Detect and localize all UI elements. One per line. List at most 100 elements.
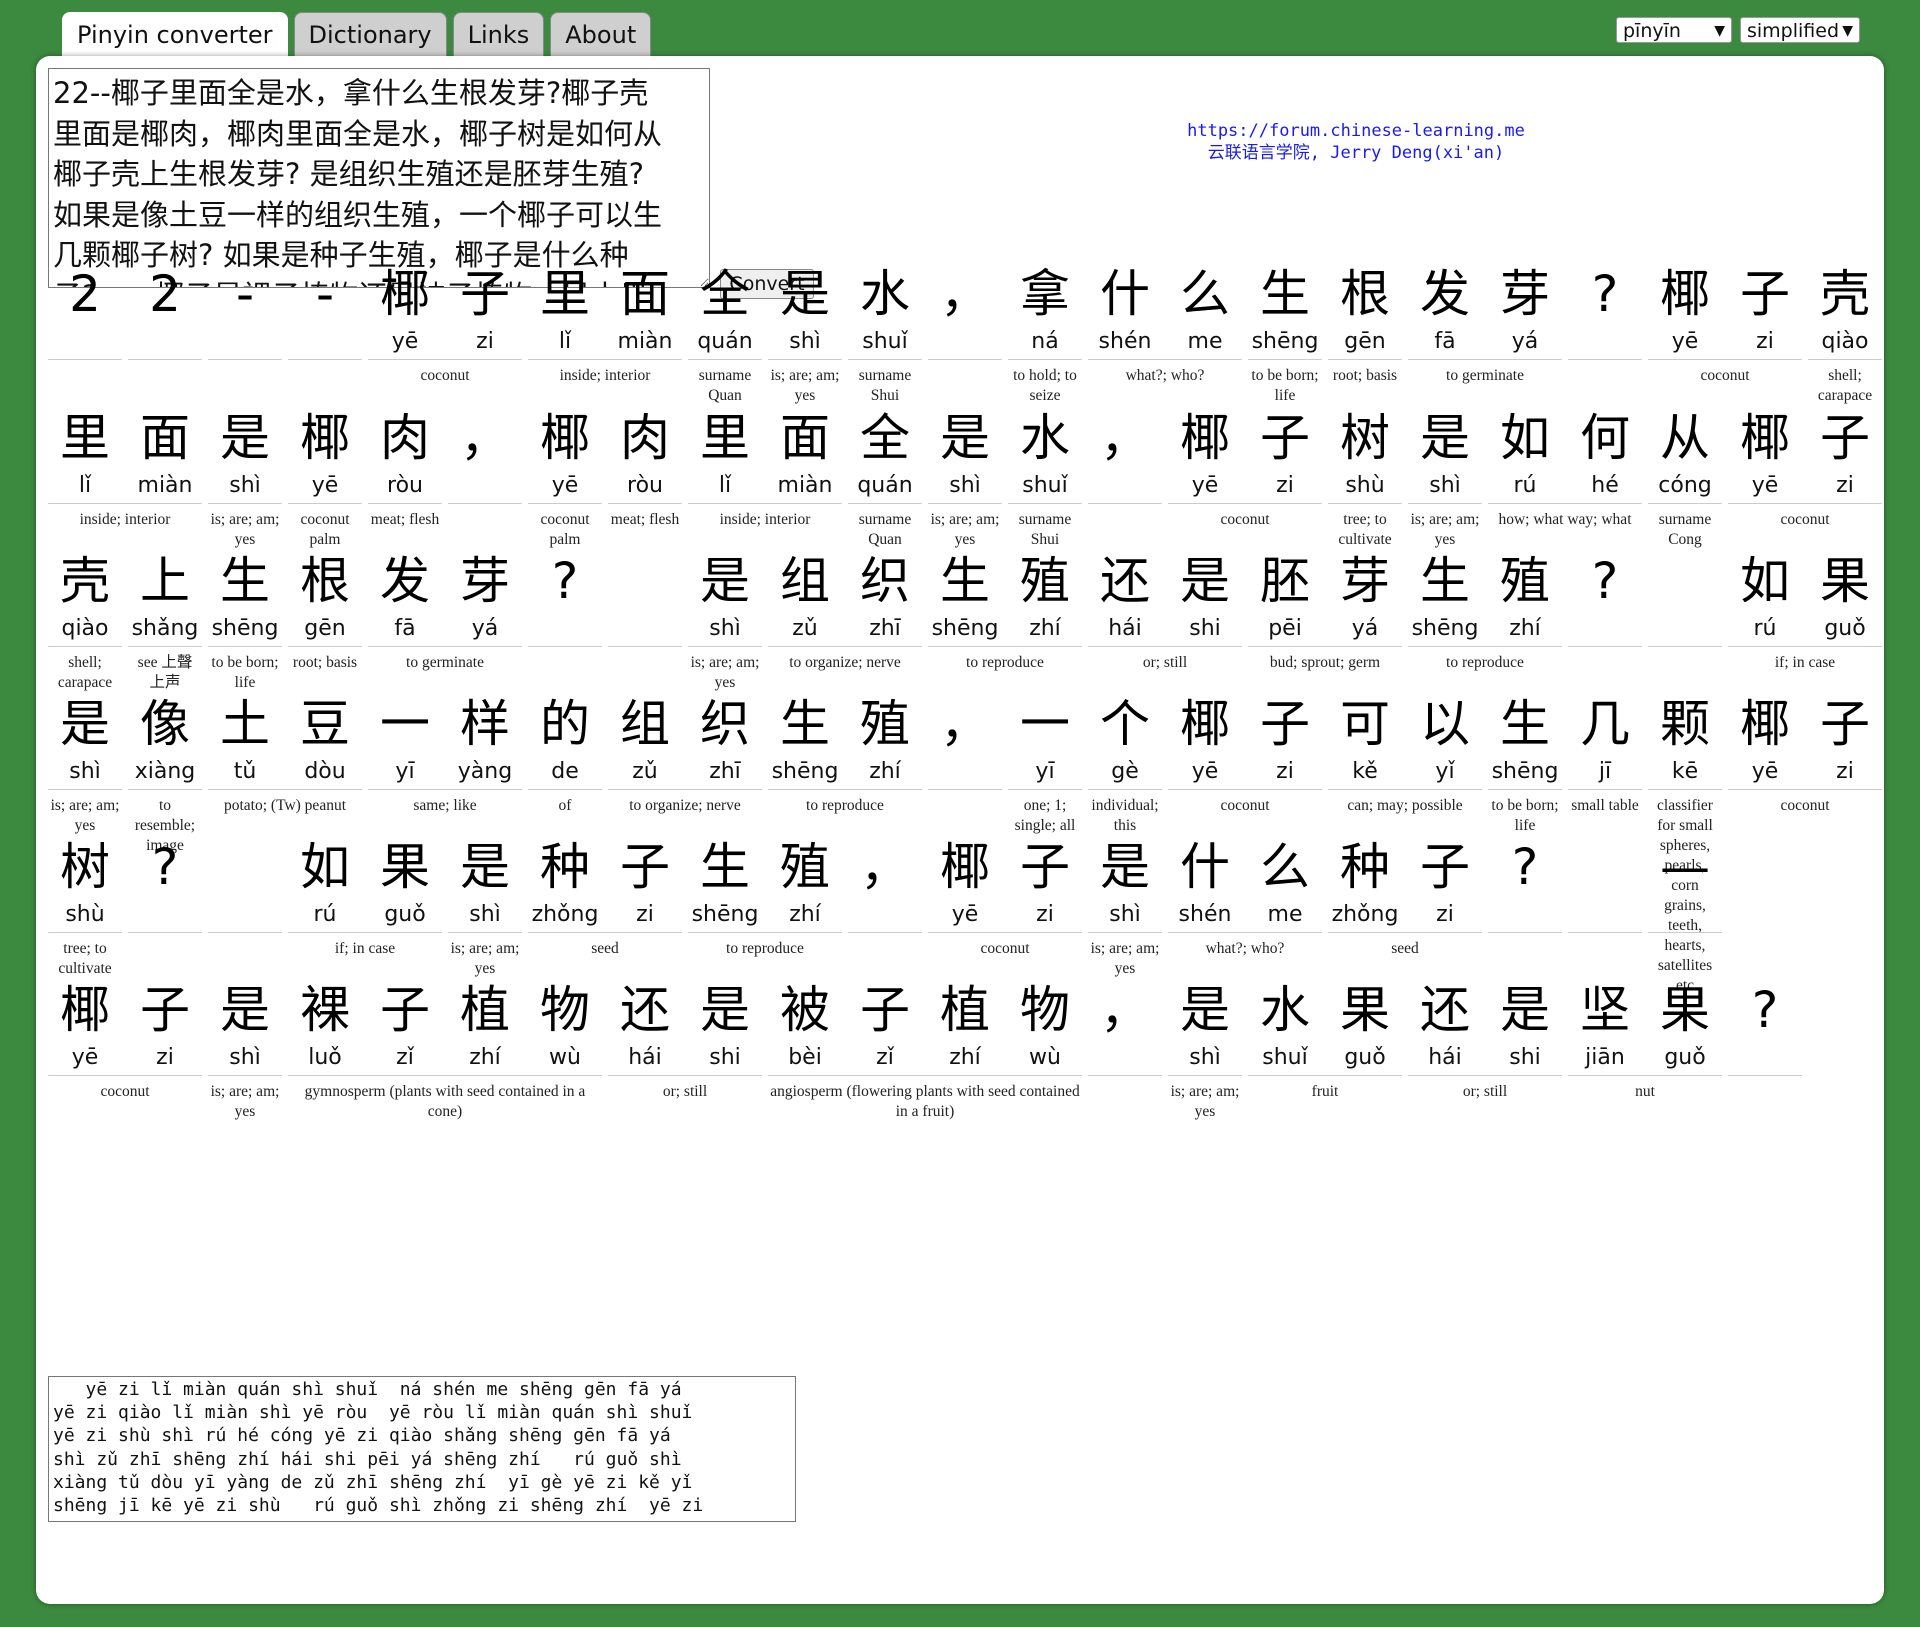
- word-block[interactable]: 像 xiàng to resemble; image: [125, 691, 205, 856]
- word-block[interactable]: ，: [445, 405, 525, 510]
- word-block[interactable]: 椰 yē 子 zi coconut: [365, 261, 525, 386]
- word-block[interactable]: 是 shì is; are; am; yes: [1405, 405, 1485, 550]
- word-block[interactable]: 组 zǔ 织 zhī to organize; nerve: [765, 548, 925, 673]
- word-block[interactable]: 发 fā 芽 yá to germinate: [365, 548, 525, 673]
- word-block[interactable]: ?: [125, 834, 205, 939]
- word-block[interactable]: 是 shì is; are; am; yes: [1085, 834, 1165, 979]
- word-block[interactable]: 椰 yē 子 zi coconut: [1165, 691, 1325, 816]
- word-block[interactable]: 一 yī 样 yàng same; like: [365, 691, 525, 816]
- word-block[interactable]: ?: [525, 548, 605, 653]
- word-block[interactable]: 从 cóng surname Cong: [1645, 405, 1725, 550]
- word-block[interactable]: 土 tǔ 豆 dòu potato; (Tw) peanut: [205, 691, 365, 816]
- word-block[interactable]: 壳 qiào shell; carapace: [45, 548, 125, 693]
- script-select[interactable]: simplified ▼: [1740, 17, 1860, 43]
- word-block[interactable]: 树 shù tree; to cultivate: [45, 834, 125, 979]
- word-block[interactable]: 树 shù tree; to cultivate: [1325, 405, 1405, 550]
- word-block[interactable]: 种 zhǒng 子 zi seed: [1325, 834, 1485, 959]
- word-block[interactable]: 坚 jiān 果 guǒ nut: [1565, 977, 1725, 1102]
- romanization-select[interactable]: pīnyīn ▼: [1616, 17, 1732, 43]
- word-block[interactable]: 是 shì is; are; am; yes: [765, 261, 845, 406]
- word-block[interactable]: ?: [1485, 834, 1565, 939]
- word-block[interactable]: ?: [1565, 261, 1645, 366]
- word-block[interactable]: ，: [925, 261, 1005, 366]
- word-block[interactable]: 发 fā 芽 yá to germinate: [1405, 261, 1565, 386]
- word-block[interactable]: 种 zhǒng 子 zi seed: [525, 834, 685, 959]
- pinyin-output-textarea[interactable]: yē zi lǐ miàn quán shì shuǐ ná shén me s…: [48, 1376, 796, 1522]
- word-block[interactable]: 根 gēn root; basis: [1325, 261, 1405, 386]
- word-block[interactable]: 是 shì is; are; am; yes: [685, 548, 765, 693]
- word-block[interactable]: 如 rú 果 guǒ if; in case: [1725, 548, 1885, 673]
- word-block[interactable]: 根 gēn root; basis: [285, 548, 365, 673]
- word-block[interactable]: 是 shì is; are; am; yes: [445, 834, 525, 979]
- word-block[interactable]: 还 hái 是 shi or; still: [1405, 977, 1565, 1102]
- word-block[interactable]: 里 lǐ 面 miàn inside; interior: [525, 261, 685, 386]
- word-block[interactable]: 椰 yē 子 zi coconut: [925, 834, 1085, 959]
- word-block[interactable]: 胚 pēi 芽 yá bud; sprout; germ: [1245, 548, 1405, 673]
- word-block[interactable]: 生 shēng 殖 zhí to reproduce: [685, 834, 845, 959]
- word-block[interactable]: 2: [125, 261, 205, 366]
- word-block[interactable]: 裸 luǒ 子 zǐ 植 zhí 物 wù gymnosperm (plants with se…: [285, 977, 605, 1122]
- word-block[interactable]: 水 shuǐ 果 guǒ fruit: [1245, 977, 1405, 1102]
- word-block[interactable]: -: [285, 261, 365, 366]
- word-block[interactable]: ，: [925, 691, 1005, 796]
- word-block[interactable]: 是 shì is; are; am; yes: [205, 977, 285, 1122]
- word-block[interactable]: ，: [1085, 405, 1165, 510]
- word-block[interactable]: 椰 yē coconut palm: [525, 405, 605, 550]
- word-block[interactable]: 的 de of: [525, 691, 605, 816]
- word-block[interactable]: [1645, 548, 1725, 653]
- word-block[interactable]: 椰 yē 子 zi coconut: [1725, 691, 1885, 816]
- word-block[interactable]: 上 shǎng see 上聲 上声: [125, 548, 205, 693]
- word-block[interactable]: 生 shēng 殖 zhí to reproduce: [925, 548, 1085, 673]
- word-block[interactable]: 里 lǐ 面 miàn inside; interior: [45, 405, 205, 530]
- word-block[interactable]: 全 quán surname Quan: [685, 261, 765, 406]
- word-block[interactable]: ，: [1085, 977, 1165, 1082]
- word-block[interactable]: [1565, 834, 1645, 939]
- word-block[interactable]: 2: [45, 261, 125, 366]
- word-block[interactable]: 如 rú 何 hé how; what way; what: [1485, 405, 1645, 530]
- word-block[interactable]: ?: [1565, 548, 1645, 653]
- word-block[interactable]: 生 shēng 殖 zhí to reproduce: [765, 691, 925, 816]
- word-block[interactable]: 生 shēng to be born; life: [1485, 691, 1565, 836]
- word-block[interactable]: 里 lǐ 面 miàn inside; interior: [685, 405, 845, 530]
- word-block[interactable]: 椰 yē 子 zi coconut: [1645, 261, 1805, 386]
- word-block[interactable]: 椰 yē 子 zi coconut: [1165, 405, 1325, 530]
- word-block[interactable]: 是 shì is; are; am; yes: [1165, 977, 1245, 1122]
- word-block[interactable]: ?: [1725, 977, 1805, 1082]
- forum-link[interactable]: https://forum.chinese-learning.me: [1146, 120, 1566, 142]
- word-block[interactable]: 是 shì is; are; am; yes: [205, 405, 285, 550]
- word-block[interactable]: 什 shén 么 me what?; who?: [1085, 261, 1245, 386]
- tab-pinyin-converter[interactable]: Pinyin converter: [62, 12, 288, 60]
- word-block[interactable]: 一 yī one; 1; single; all: [1005, 691, 1085, 836]
- word-block[interactable]: 椰 yē 子 zi coconut: [1725, 405, 1885, 530]
- tab-links[interactable]: Links: [452, 12, 545, 57]
- word-block[interactable]: 是 shì is; are; am; yes: [45, 691, 125, 836]
- chinese-input-textarea[interactable]: 22--椰子里面全是水，拿什么生根发芽?椰子壳 里面是椰肉，椰肉里面全是水，椰子树…: [48, 68, 710, 288]
- word-block[interactable]: —: [1645, 834, 1725, 939]
- word-block[interactable]: [605, 548, 685, 653]
- word-block[interactable]: 生 shēng 殖 zhí to reproduce: [1405, 548, 1565, 673]
- word-block[interactable]: 什 shén 么 me what?; who?: [1165, 834, 1325, 959]
- word-block[interactable]: 还 hái 是 shi or; still: [605, 977, 765, 1102]
- word-block[interactable]: 肉 ròu meat; flesh: [605, 405, 685, 530]
- word-block[interactable]: 可 kě 以 yǐ can; may; possible: [1325, 691, 1485, 816]
- word-block[interactable]: 生 shēng to be born; life: [1245, 261, 1325, 406]
- word-block[interactable]: 水 shuǐ surname Shui: [1005, 405, 1085, 550]
- word-block[interactable]: 如 rú 果 guǒ if; in case: [285, 834, 445, 959]
- word-block[interactable]: 肉 ròu meat; flesh: [365, 405, 445, 530]
- word-block[interactable]: 组 zǔ 织 zhī to organize; nerve: [605, 691, 765, 816]
- tab-about[interactable]: About: [550, 12, 652, 57]
- word-block[interactable]: -: [205, 261, 285, 366]
- word-block[interactable]: 壳 qiào shell; carapace: [1805, 261, 1885, 406]
- word-block[interactable]: 椰 yē coconut palm: [285, 405, 365, 550]
- word-block[interactable]: 还 hái 是 shi or; still: [1085, 548, 1245, 673]
- word-block[interactable]: 是 shì is; are; am; yes: [925, 405, 1005, 550]
- tab-dictionary[interactable]: Dictionary: [293, 12, 447, 57]
- word-block[interactable]: 拿 ná to hold; to seize: [1005, 261, 1085, 406]
- word-block[interactable]: 生 shēng to be born; life: [205, 548, 285, 693]
- word-block[interactable]: 被 bèi 子 zǐ 植 zhí 物 wù angiosperm (flowering plan…: [765, 977, 1085, 1122]
- word-block[interactable]: 全 quán surname Quan: [845, 405, 925, 550]
- word-block[interactable]: [205, 834, 285, 939]
- word-block[interactable]: ，: [845, 834, 925, 939]
- word-block[interactable]: 椰 yē 子 zi coconut: [45, 977, 205, 1102]
- word-block[interactable]: 水 shuǐ surname Shui: [845, 261, 925, 406]
